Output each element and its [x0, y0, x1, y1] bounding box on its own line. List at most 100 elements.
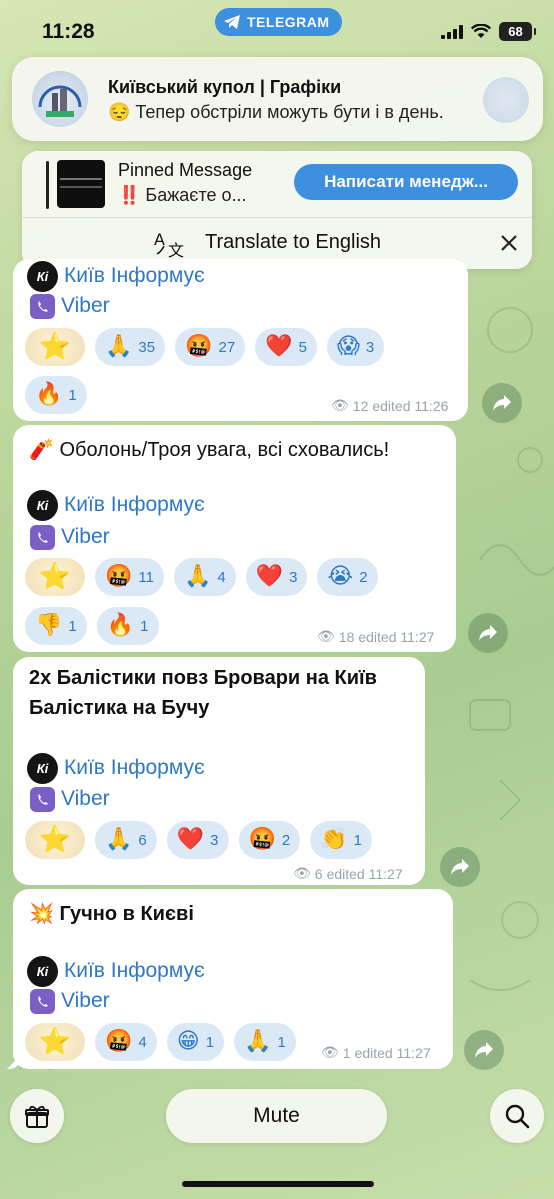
views-count: 12 [352, 397, 369, 414]
reaction-chip[interactable]: ⭐ [25, 328, 85, 366]
channel-avatar-icon [32, 71, 88, 127]
gift-icon [25, 1105, 49, 1128]
notification-banner[interactable]: Київський купол | Графіки 😔 Тепер обстрі… [12, 57, 543, 141]
views-eye-icon: 👁 [331, 397, 349, 413]
views-count: 1 [342, 1044, 351, 1061]
edited-time: edited 11:27 [354, 1044, 431, 1061]
viber-icon [30, 786, 55, 812]
views-count: 6 [314, 865, 323, 882]
reaction-chip[interactable]: 🙏 6 [95, 821, 157, 859]
message-text: 🧨 Оболонь/Троя увага, всі сховались! [29, 439, 390, 461]
reaction-chip[interactable]: 😁 1 [166, 1023, 225, 1061]
views-eye-icon: 👁 [293, 865, 311, 881]
message-bubble[interactable]: 2х Балістики повз Бровари на Київ Баліст… [13, 657, 425, 885]
reaction-chip[interactable]: 🙏 1 [234, 1023, 296, 1061]
reactions-row: 👎 1 🔥 1 [25, 607, 159, 645]
source-link[interactable]: Київ Інформує [64, 959, 205, 983]
reaction-chip[interactable]: 🔥 1 [96, 607, 159, 645]
search-icon [505, 1104, 530, 1129]
bubble-tail [7, 1055, 21, 1069]
reaction-chip[interactable]: ❤️ 5 [255, 328, 317, 366]
pinned-divider [22, 217, 532, 218]
source-row: Кi Київ Інформує [27, 955, 205, 987]
viber-row: Viber [27, 523, 110, 551]
close-icon[interactable] [499, 233, 519, 253]
translate-button[interactable]: Translate to English [205, 231, 381, 254]
reaction-chip[interactable]: 🤬 27 [175, 328, 246, 366]
reactions-row: ⭐ 🙏 6 ❤️ 3 🤬 2 👏 1 [25, 821, 372, 859]
reaction-chip[interactable]: 🔥 1 [25, 376, 87, 414]
battery-indicator: 68 [499, 22, 536, 41]
viber-row: Viber [27, 292, 110, 320]
source-link[interactable]: Київ Інформує [64, 493, 205, 517]
pinned-thumbnail [57, 160, 105, 208]
contact-manager-button[interactable]: Написати менедж... [294, 164, 518, 200]
reaction-chip[interactable]: 😱 3 [326, 328, 385, 366]
home-indicator [182, 1181, 374, 1187]
source-row: Кi Київ Інформує [27, 752, 205, 784]
viber-row: Viber [27, 987, 110, 1015]
message-bubble[interactable]: 🧨 Оболонь/Троя увага, всі сховались! Кi … [13, 425, 456, 652]
edited-time: edited 11:27 [358, 628, 435, 645]
kyiv-inform-logo-icon: Кi [27, 260, 58, 292]
pin-indicator-bar [46, 161, 49, 209]
reactions-row: ⭐ 🤬 4 😁 1 🙏 1 [25, 1023, 296, 1061]
notification-title: Київський купол | Графіки [108, 77, 342, 97]
reaction-chip[interactable]: ❤️ 3 [166, 821, 229, 859]
reaction-chip[interactable]: ⭐ [25, 1023, 85, 1061]
kyiv-inform-logo-icon: Кi [27, 955, 58, 987]
share-icon[interactable] [468, 613, 508, 653]
viber-link[interactable]: Viber [61, 787, 110, 811]
viber-icon [30, 988, 55, 1014]
wifi-icon [471, 24, 491, 38]
reaction-chip[interactable]: 🙏 35 [95, 328, 166, 366]
reaction-chip[interactable]: 😭 2 [317, 558, 378, 596]
reaction-chip[interactable]: ❤️ 3 [245, 558, 308, 596]
viber-icon [30, 293, 55, 319]
edited-time: edited 11:27 [326, 865, 403, 882]
viber-link[interactable]: Viber [61, 525, 110, 549]
reaction-chip[interactable]: 🤬 11 [95, 558, 164, 596]
gift-button[interactable] [10, 1089, 64, 1143]
search-button[interactable] [490, 1089, 544, 1143]
message-meta: 👁 12 edited 11:26 [331, 397, 448, 414]
kyiv-inform-logo-icon: Кi [27, 752, 58, 784]
mute-button[interactable]: Mute [166, 1089, 387, 1143]
share-icon[interactable] [482, 383, 522, 423]
source-row: Кi Київ Інформує [27, 260, 205, 292]
reactions-row: ⭐ 🙏 35 🤬 27 ❤️ 5 😱 3 [25, 328, 385, 366]
telegram-plane-icon [224, 15, 240, 29]
reaction-chip[interactable]: 👏 1 [310, 821, 372, 859]
reaction-chip[interactable]: ⭐ [25, 821, 85, 859]
share-icon[interactable] [440, 847, 480, 887]
message-meta: 👁 1 edited 11:27 [321, 1044, 431, 1061]
kyiv-inform-logo-icon: Кi [27, 489, 58, 521]
pinned-text: ‼️ Бажаєте о... [118, 185, 247, 205]
pinned-message-panel[interactable]: Pinned Message ‼️ Бажаєте о... Написати … [22, 151, 532, 269]
views-count: 18 [338, 628, 355, 645]
message-meta: 👁 18 edited 11:27 [317, 628, 434, 645]
message-bubble[interactable]: Кi Київ Інформує Viber ⭐ 🙏 35 🤬 27 ❤️ 5 😱 3 … [13, 259, 468, 421]
viber-link[interactable]: Viber [61, 989, 110, 1013]
reaction-chip[interactable]: ⭐ [25, 558, 85, 596]
share-icon[interactable] [464, 1030, 504, 1070]
viber-link[interactable]: Viber [61, 294, 110, 318]
source-link[interactable]: Київ Інформує [64, 756, 205, 780]
viber-icon [30, 524, 55, 550]
telegram-pill[interactable]: TELEGRAM [215, 8, 342, 36]
source-row: Кi Київ Інформує [27, 489, 205, 521]
reaction-chip[interactable]: 🙏 4 [173, 558, 236, 596]
message-bubble[interactable]: 💥 Гучно в Києві Кi Київ Інформує Viber ⭐… [7, 889, 453, 1069]
pinned-title: Pinned Message [118, 160, 253, 180]
views-eye-icon: 👁 [321, 1044, 339, 1060]
reaction-chip[interactable]: 🤬 2 [238, 821, 301, 859]
viber-row: Viber [27, 785, 110, 813]
notification-body: 😔 Тепер обстріли можуть бути і в день. [108, 102, 444, 122]
message-text-line: 2х Балістики повз Бровари на Київ [29, 667, 377, 689]
reaction-chip[interactable]: 🤬 4 [95, 1023, 157, 1061]
reaction-chip[interactable]: 👎 1 [25, 607, 87, 645]
source-link[interactable]: Київ Інформує [64, 264, 205, 288]
reactions-row: ⭐ 🤬 11 🙏 4 ❤️ 3 😭 2 [25, 558, 378, 596]
telegram-pill-label: TELEGRAM [247, 14, 330, 30]
status-time: 11:28 [42, 20, 95, 43]
